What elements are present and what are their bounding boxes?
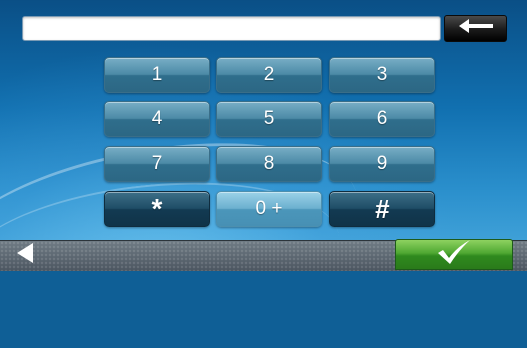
backspace-button[interactable] [444, 15, 507, 42]
key-star[interactable]: * [104, 191, 210, 227]
checkmark-icon [435, 239, 473, 270]
key-4[interactable]: 4 [104, 101, 210, 137]
key-9[interactable]: 9 [329, 146, 435, 182]
left-arrow-icon [458, 19, 493, 38]
back-button[interactable] [8, 243, 42, 268]
key-6[interactable]: 6 [329, 101, 435, 137]
key-hash[interactable]: # [329, 191, 435, 227]
key-1[interactable]: 1 [104, 57, 210, 93]
key-5[interactable]: 5 [216, 101, 322, 137]
key-8[interactable]: 8 [216, 146, 322, 182]
keypad-screen: 1 2 3 4 5 6 7 8 9 * 0 + # [0, 0, 527, 348]
key-3[interactable]: 3 [329, 57, 435, 93]
back-triangle-icon [14, 242, 36, 269]
confirm-button[interactable] [395, 239, 513, 270]
key-7[interactable]: 7 [104, 146, 210, 182]
phone-number-input[interactable] [22, 16, 441, 41]
key-0-plus[interactable]: 0 + [216, 191, 322, 227]
key-2[interactable]: 2 [216, 57, 322, 93]
